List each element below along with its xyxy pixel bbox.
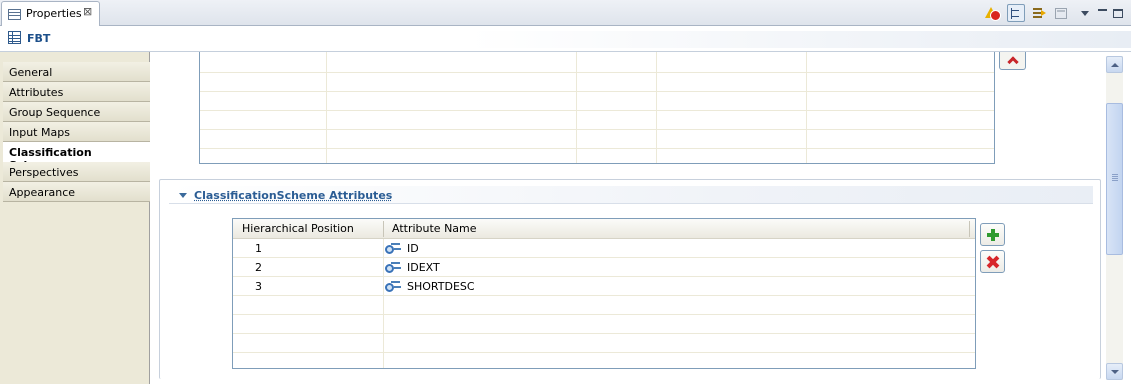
warnings-icon[interactable] [983,4,1001,22]
expand-twistie-icon[interactable] [179,193,187,198]
nav-item-input-maps[interactable]: Input Maps [3,122,150,142]
properties-nav: General Attributes Group Sequence Input … [0,52,151,384]
attribute-icon [385,242,401,255]
section-header[interactable]: ClassificationScheme Attributes [169,186,1093,204]
column-divider [383,221,384,237]
close-icon[interactable]: ⊠ [83,5,92,18]
nav-item-label: Input Maps [9,126,70,139]
nav-item-perspectives[interactable]: Perspectives [3,162,150,182]
nav-item-label: Perspectives [9,166,79,179]
properties-tab-label: Properties [26,7,82,20]
view-tab-bar: Properties ⊠ [0,0,1131,26]
nav-item-label: Group Sequence [9,106,101,119]
row-position: 1 [255,242,262,255]
row-attribute-name: IDEXT [407,261,440,274]
nav-item-classification-schemes[interactable]: Classification Schemes [3,142,151,172]
column-header-hierarchical-position[interactable]: Hierarchical Position [242,222,354,235]
filter-icon[interactable] [1030,4,1048,22]
column-header-attribute-name[interactable]: Attribute Name [392,222,477,235]
table-row-empty[interactable] [233,315,975,334]
add-button[interactable] [980,223,1005,246]
table-row[interactable]: 2 IDEXT [233,258,975,277]
scrollbar-thumb[interactable] [1106,103,1123,255]
nav-item-general[interactable]: General [3,62,150,82]
remove-button[interactable] [980,250,1005,273]
maximize-icon[interactable] [1109,4,1127,22]
properties-view-icon [8,9,21,20]
table-row-divider [200,129,994,130]
vertical-scrollbar[interactable] [1106,56,1123,380]
nav-item-label: General [9,66,53,79]
attribute-icon [385,261,401,274]
header-title: FBT [27,32,51,45]
classification-schemes-table[interactable] [199,52,995,164]
table-icon [8,31,21,44]
table-row-empty[interactable] [233,353,975,368]
table-row-empty[interactable] [233,296,975,315]
chevron-down-icon [1110,369,1119,374]
add-icon [986,228,999,241]
properties-header: FBT [0,26,1131,52]
pin-icon[interactable] [1052,4,1070,22]
main-panel: ClassificationScheme Attributes Hierarch… [151,52,1131,384]
scroll-up-button[interactable] [1106,56,1123,73]
table-row-divider [200,91,994,92]
nav-item-attributes[interactable]: Attributes [3,82,150,102]
nav-item-label: Appearance [9,186,76,199]
move-up-button[interactable] [999,52,1026,70]
nav-item-group-sequence[interactable]: Group Sequence [3,102,150,122]
row-position: 2 [255,261,262,274]
section-title[interactable]: ClassificationScheme Attributes [194,189,392,202]
grip-icon [1112,174,1118,175]
row-attribute-name: ID [407,242,419,255]
header-gradient [468,31,1131,48]
table-row-divider [200,72,994,73]
table-row-empty[interactable] [233,334,975,353]
view-menu-icon[interactable] [1076,4,1094,22]
chevron-up-icon [1006,55,1019,68]
column-divider [969,221,970,237]
table-header: Hierarchical Position Attribute Name [233,219,975,239]
row-attribute-name: SHORTDESC [407,280,475,293]
nav-item-label: Attributes [9,86,64,99]
tree-icon[interactable] [1007,4,1025,22]
row-position: 3 [255,280,262,293]
nav-item-appearance[interactable]: Appearance [3,182,150,202]
table-row-divider [200,110,994,111]
attributes-table[interactable]: Hierarchical Position Attribute Name 1 I… [232,218,976,369]
scroll-down-button[interactable] [1106,363,1123,380]
classification-scheme-attributes-section: ClassificationScheme Attributes Hierarch… [159,179,1101,379]
chevron-up-icon [1110,62,1119,67]
table-row-divider [200,148,994,149]
attribute-icon [385,280,401,293]
table-row[interactable]: 3 SHORTDESC [233,277,975,296]
properties-tab[interactable]: Properties ⊠ [1,1,100,26]
remove-icon [987,256,999,268]
table-row[interactable]: 1 ID [233,239,975,258]
